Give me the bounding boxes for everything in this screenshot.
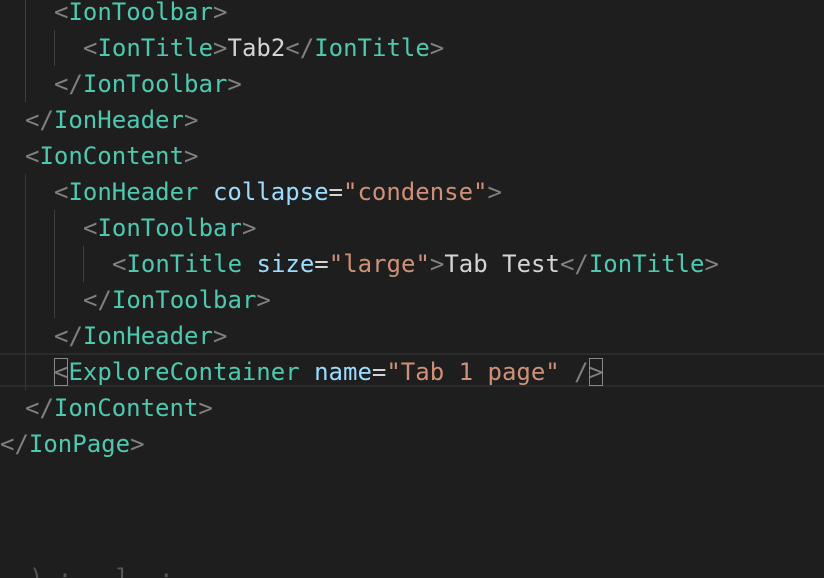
indent-guide	[25, 174, 26, 390]
indent-guide	[83, 246, 84, 282]
code-token-tag: IonToolbar	[82, 70, 228, 98]
code-token-tag: IonToolbar	[68, 0, 213, 26]
code-line[interactable]: </IonContent>	[25, 390, 213, 426]
code-token-bracket: >	[487, 178, 502, 206]
code-token-bracket: >	[183, 106, 199, 134]
code-line[interactable]: <IonToolbar>	[83, 210, 256, 246]
code-token-bracket: <	[83, 34, 98, 62]
code-token-eq: =	[371, 358, 387, 386]
code-token-bracket: >	[588, 358, 604, 386]
code-token-bracket: >	[256, 286, 271, 314]
indent-guide	[25, 0, 26, 102]
code-token-eq: =	[328, 178, 343, 206]
code-token-tag: IonHeader	[53, 106, 184, 134]
code-token-str: "large"	[328, 250, 430, 278]
code-line[interactable]: </IonPage>	[0, 426, 145, 462]
code-token-tag: IonHeader	[68, 178, 199, 206]
code-token-bracket: <	[25, 142, 40, 170]
code-token-bracket: </	[25, 106, 54, 134]
code-line[interactable]: </IonToolbar>	[54, 66, 242, 102]
code-token-bracket: <	[54, 178, 69, 206]
code-token-tag: ExploreContainer	[68, 358, 300, 386]
code-token-bracket: >	[213, 34, 228, 62]
code-token-attr: name	[314, 358, 372, 386]
code-token-tag: IonToolbar	[97, 214, 242, 242]
code-token-bracket: >	[130, 430, 145, 458]
code-line[interactable]: </IonHeader>	[25, 102, 198, 138]
code-token-bracket: >	[241, 214, 257, 242]
code-token-bracket: >	[429, 250, 445, 278]
code-token-tag: IonContent	[53, 394, 199, 422]
code-token-tag: IonHeader	[82, 322, 213, 350]
code-line[interactable]: </IonToolbar>	[83, 282, 271, 318]
code-token-bracket: >	[212, 0, 228, 26]
code-token-tag: IonTitle	[314, 34, 430, 62]
indent-guide	[54, 30, 55, 66]
code-token-bracket: >	[198, 394, 213, 422]
code-token-bracket: </	[25, 394, 54, 422]
code-token-bracket: </	[285, 34, 315, 62]
code-token-bracket: </	[559, 250, 589, 278]
code-token-bracket: <	[54, 0, 69, 26]
code-token-bracket: >	[227, 70, 242, 98]
code-token-tag: IonContent	[39, 142, 184, 170]
code-editor[interactable]: <IonToolbar> <IonTitle>Tab2</IonTitle> </I…	[0, 0, 824, 578]
code-token-tag: IonTitle	[97, 34, 214, 62]
code-token-eq: =	[314, 250, 329, 278]
code-token-str: "Tab 1 page"	[386, 358, 560, 386]
code-token-bracket: <	[54, 358, 69, 386]
code-token-attr: size	[256, 250, 315, 278]
code-token-text: Tab2	[227, 34, 286, 62]
code-line[interactable]: <IonTitle>Tab2</IonTitle>	[83, 30, 444, 66]
code-token-bracket: </	[54, 322, 83, 350]
code-token-tag: IonTitle	[588, 250, 705, 278]
code-token-attr: collapse	[212, 178, 329, 206]
code-token-bracket: >	[429, 34, 445, 62]
code-token-bracket: >	[704, 250, 719, 278]
code-token-bracket: >	[212, 322, 228, 350]
code-token-bracket: </	[0, 430, 29, 458]
code-line[interactable]: <IonHeader collapse="condense">	[54, 174, 502, 210]
partially-visible-code-line: ) ; l ;	[0, 564, 174, 578]
code-line[interactable]: <ExploreContainer name="Tab 1 page" />	[54, 354, 604, 390]
code-token-bracket: <	[112, 250, 127, 278]
code-token-tag: IonTitle	[126, 250, 243, 278]
code-token-bracket: >	[183, 142, 199, 170]
code-token-bracket: <	[83, 214, 98, 242]
code-token-text: Tab Test	[444, 250, 560, 278]
code-token-bracket: </	[83, 286, 112, 314]
code-token-bracket: </	[54, 70, 83, 98]
code-line[interactable]: <IonToolbar>	[54, 0, 227, 30]
code-line[interactable]: <IonTitle size="large">Tab Test</IonTitl…	[112, 246, 719, 282]
code-token-str: "condense"	[343, 178, 488, 206]
code-line[interactable]: <IonContent>	[25, 138, 198, 174]
code-line[interactable]: </IonHeader>	[54, 318, 227, 354]
indent-guide	[54, 210, 55, 318]
code-token-bracket: /	[559, 358, 589, 386]
code-token-tag: IonPage	[28, 430, 131, 458]
code-token-tag: IonToolbar	[111, 286, 257, 314]
